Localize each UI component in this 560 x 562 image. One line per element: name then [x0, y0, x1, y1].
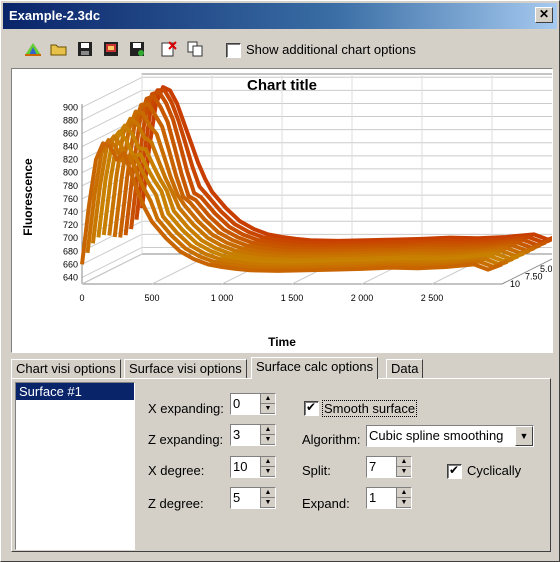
split-label: Split:: [302, 463, 331, 478]
title-bar[interactable]: Example-2.3dc ✕: [3, 3, 557, 29]
x-tick-label: 500: [144, 293, 159, 303]
cyclically-checkbox[interactable]: [447, 463, 462, 479]
z-expanding-value: 3: [233, 427, 241, 442]
show-options-label: Show additional chart options: [246, 42, 416, 57]
x-tick-label: 1 500: [281, 293, 304, 303]
smooth-surface-checkbox[interactable]: [304, 400, 319, 416]
y-tick-label: 740: [63, 207, 78, 217]
spin-up-icon[interactable]: ▲: [261, 394, 275, 404]
show-options-checkbox[interactable]: [226, 43, 241, 58]
tab-data[interactable]: Data: [386, 359, 424, 378]
z-tick-label: 7.50: [525, 272, 543, 282]
x-tick-label: 2 500: [421, 293, 444, 303]
export-icon[interactable]: [127, 39, 147, 59]
y-tick-label: 780: [63, 181, 78, 191]
options-tabs: Chart visi options Surface visi options …: [11, 357, 551, 379]
x-degree-label: X degree:: [148, 463, 205, 478]
cyclically-label: Cyclically: [467, 463, 522, 478]
expand-stepper[interactable]: 1 ▲ ▼: [366, 487, 412, 509]
x-tick-label: 0: [79, 293, 84, 303]
surface-calc-panel: Surface #1 X expanding: 0 ▲ ▼ Z expanding…: [11, 378, 551, 552]
grid-line: [81, 76, 143, 108]
expand-value: 1: [369, 490, 377, 505]
chart-area[interactable]: Chart title 640 660 680 700 720 740 760 780 800 8…: [11, 68, 560, 353]
z-degree-value: 5: [233, 490, 241, 505]
spin-down-icon[interactable]: ▼: [261, 467, 275, 477]
y-tick-label: 700: [63, 233, 78, 243]
split-value: 7: [369, 459, 377, 474]
y-tick-label: 760: [63, 194, 78, 204]
z-degree-label: Z degree:: [148, 496, 204, 511]
y-tick-label: 660: [63, 259, 78, 269]
y-tick-label: 900: [63, 102, 78, 112]
y-tick-label: 720: [63, 220, 78, 230]
delete-icon[interactable]: [159, 39, 179, 59]
x-expanding-stepper[interactable]: 0 ▲ ▼: [230, 393, 276, 415]
spin-down-icon[interactable]: ▼: [261, 435, 275, 445]
copy-icon[interactable]: [185, 39, 205, 59]
spin-up-icon[interactable]: ▲: [261, 457, 275, 467]
surface-chart: Chart title 6406606807007207407607808008…: [21, 73, 560, 349]
x-degree-value: 10: [233, 459, 248, 474]
spin-up-icon[interactable]: ▲: [261, 425, 275, 435]
spin-down-icon[interactable]: ▼: [397, 467, 411, 477]
open-folder-icon[interactable]: [49, 39, 69, 59]
close-button[interactable]: ✕: [535, 7, 553, 23]
x-expanding-value: 0: [233, 396, 241, 411]
x-tick-label: 1 000: [211, 293, 234, 303]
app-window: Example-2.3dc ✕ Show additional chart op…: [0, 0, 560, 562]
x-degree-stepper[interactable]: 10 ▲ ▼: [230, 456, 276, 478]
split-stepper[interactable]: 7 ▲ ▼: [366, 456, 412, 478]
algorithm-label: Algorithm:: [302, 432, 361, 447]
y-tick-label: 680: [63, 246, 78, 256]
grid-line: [81, 247, 143, 278]
y-tick-label: 640: [63, 272, 78, 282]
z-expanding-stepper[interactable]: 3 ▲ ▼: [230, 424, 276, 446]
surface-list[interactable]: Surface #1: [15, 382, 135, 550]
list-item[interactable]: Surface #1: [16, 383, 134, 400]
tab-surface-visi-options[interactable]: Surface visi options: [124, 359, 247, 378]
spin-down-icon[interactable]: ▼: [397, 498, 411, 508]
y-tick-label: 800: [63, 168, 78, 178]
y-tick-label: 880: [63, 115, 78, 125]
x-axis-label: Time: [268, 335, 296, 349]
spin-up-icon[interactable]: ▲: [397, 488, 411, 498]
save-icon[interactable]: [75, 39, 95, 59]
tab-surface-calc-options[interactable]: Surface calc options: [251, 357, 379, 379]
expand-label: Expand:: [302, 496, 350, 511]
window-title: Example-2.3dc: [9, 8, 101, 23]
tab-chart-visi-options[interactable]: Chart visi options: [11, 359, 121, 378]
spin-down-icon[interactable]: ▼: [261, 498, 275, 508]
algorithm-value: Cubic spline smoothing: [369, 428, 504, 443]
grid-line: [81, 253, 143, 285]
spin-down-icon[interactable]: ▼: [261, 404, 275, 414]
smooth-surface-label: Smooth surface: [322, 400, 418, 417]
z-degree-stepper[interactable]: 5 ▲ ▼: [230, 487, 276, 509]
x-expanding-label: X expanding:: [148, 401, 224, 416]
chart-3d-icon[interactable]: [23, 39, 43, 59]
y-tick-label: 820: [63, 155, 78, 165]
algorithm-select[interactable]: Cubic spline smoothing ▼: [366, 425, 534, 447]
toolbar: Show additional chart options: [11, 35, 551, 65]
chevron-down-icon[interactable]: ▼: [515, 426, 533, 446]
save-image-icon[interactable]: [101, 39, 121, 59]
spin-up-icon[interactable]: ▲: [261, 488, 275, 498]
x-tick-label: 2 000: [351, 293, 374, 303]
y-tick-label: 860: [63, 128, 78, 138]
z-expanding-label: Z expanding:: [148, 432, 224, 447]
z-tick-label: 10: [510, 279, 520, 289]
y-tick-label: 840: [63, 142, 78, 152]
y-axis-label: Fluorescence: [21, 158, 35, 236]
spin-up-icon[interactable]: ▲: [397, 457, 411, 467]
